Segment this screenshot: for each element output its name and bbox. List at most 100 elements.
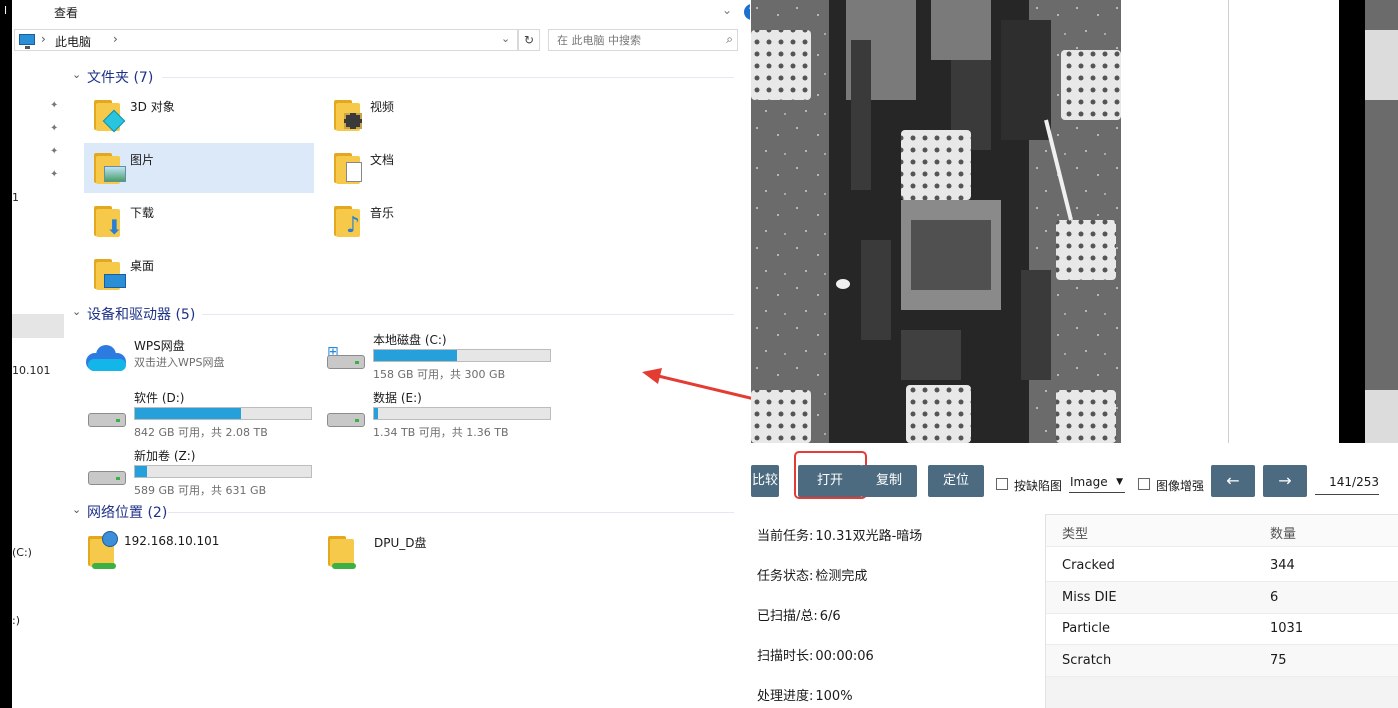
next-image-button[interactable]: → bbox=[1263, 465, 1307, 497]
refresh-button[interactable]: ↻ bbox=[518, 29, 540, 51]
computer-icon bbox=[19, 34, 35, 49]
cloud-icon bbox=[86, 345, 128, 379]
help-icon[interactable]: ? bbox=[744, 4, 750, 20]
group-title: 网络位置 (2) bbox=[87, 505, 168, 521]
chevron-down-icon[interactable]: ⌄ bbox=[72, 68, 81, 81]
search-icon[interactable]: ⌕ bbox=[726, 32, 733, 47]
videos-folder-icon bbox=[332, 97, 370, 135]
menu-view[interactable]: 查看 bbox=[54, 4, 78, 21]
folder-music[interactable]: ♪ 音乐 bbox=[324, 196, 554, 246]
column-header-type: 类型 bbox=[1062, 527, 1089, 542]
folder-desktop[interactable]: 桌面 bbox=[84, 249, 314, 299]
image-type-value: Image bbox=[1070, 475, 1108, 489]
info-label: 已扫描/总: bbox=[757, 609, 818, 624]
table-row[interactable]: Cracked 344 bbox=[1046, 550, 1398, 582]
item-label: 下载 bbox=[130, 206, 155, 220]
breadcrumb-chevron-icon[interactable]: › bbox=[113, 32, 118, 46]
prev-image-button[interactable]: ← bbox=[1211, 465, 1255, 497]
drive-z[interactable]: 新加卷 (Z:) 589 GB 可用，共 631 GB bbox=[86, 447, 326, 501]
column-header-count: 数量 bbox=[1270, 527, 1297, 542]
desktop-folder-icon bbox=[92, 256, 130, 294]
image-type-select[interactable]: Image ▼ bbox=[1069, 475, 1125, 493]
drive-usage-bar bbox=[134, 465, 312, 478]
music-folder-icon: ♪ bbox=[332, 203, 370, 241]
folder-pictures[interactable]: 图片 bbox=[84, 143, 314, 193]
nav-label-3[interactable]: (C:) bbox=[12, 546, 32, 559]
compare-button[interactable]: 比较 bbox=[751, 465, 779, 497]
nav-label-4[interactable]: :) bbox=[12, 614, 20, 627]
drive-info: 1.34 TB 可用，共 1.36 TB bbox=[373, 426, 509, 439]
table-row[interactable]: Miss DIE 6 bbox=[1046, 582, 1398, 614]
folder-documents[interactable]: 文档 bbox=[324, 143, 554, 193]
search-box[interactable]: ⌕ bbox=[548, 29, 738, 51]
drive-usage-fill bbox=[135, 466, 148, 477]
copy-button[interactable]: 复制 bbox=[861, 465, 917, 497]
pin-icon: ✦ bbox=[50, 146, 59, 157]
table-row[interactable]: Particle 1031 bbox=[1046, 613, 1398, 645]
system-drive-icon: ⊞ bbox=[325, 343, 367, 373]
defect-image-label: 按缺陷图 bbox=[1014, 479, 1063, 493]
folder-videos[interactable]: 视频 bbox=[324, 90, 554, 140]
breadcrumb-chevron-icon[interactable]: › bbox=[41, 32, 46, 46]
page-counter[interactable]: 141/253 bbox=[1315, 475, 1379, 495]
defect-count: 344 bbox=[1270, 558, 1295, 573]
network-location-dpu[interactable]: DPU_D盘 bbox=[318, 526, 548, 576]
group-header-folders[interactable]: ⌄ 文件夹 (7) bbox=[72, 68, 742, 86]
group-header-network[interactable]: ⌄ 网络位置 (2) bbox=[72, 503, 742, 521]
drive-c[interactable]: ⊞ 本地磁盘 (C:) 158 GB 可用，共 300 GB bbox=[325, 331, 565, 385]
ribbon-expand-icon[interactable]: ⌄ bbox=[722, 3, 732, 17]
nav-selected-item[interactable] bbox=[12, 314, 64, 338]
info-duration: 扫描时长: 00:00:06 bbox=[757, 645, 874, 664]
drive-d[interactable]: 软件 (D:) 842 GB 可用，共 2.08 TB bbox=[86, 389, 326, 443]
nav-label-2[interactable]: 10.101 bbox=[12, 364, 51, 377]
wps-cloud-drive[interactable]: WPS网盘 双击进入WPS网盘 bbox=[86, 337, 316, 391]
chevron-down-icon[interactable]: ⌄ bbox=[72, 503, 81, 516]
item-label: 视频 bbox=[370, 100, 395, 114]
address-bar[interactable]: › 此电脑 › ⌄ bbox=[14, 29, 518, 51]
defect-count: 6 bbox=[1270, 590, 1279, 605]
item-label: 192.168.10.101 bbox=[124, 534, 220, 548]
info-scanned: 已扫描/总: 6/6 bbox=[757, 605, 841, 624]
hard-drive-icon bbox=[86, 401, 128, 431]
drive-info: 589 GB 可用，共 631 GB bbox=[134, 484, 267, 497]
caret-down-icon: ▼ bbox=[1116, 477, 1123, 487]
info-value: 00:00:06 bbox=[815, 649, 874, 664]
drive-e[interactable]: 数据 (E:) 1.34 TB 可用，共 1.36 TB bbox=[325, 389, 565, 443]
pictures-folder-icon bbox=[92, 150, 130, 188]
drive-name: 数据 (E:) bbox=[373, 391, 422, 405]
drive-usage-fill bbox=[135, 408, 241, 419]
hard-drive-icon bbox=[86, 459, 128, 489]
nav-label-1[interactable]: 1 bbox=[12, 191, 19, 204]
defect-image-checkbox[interactable] bbox=[996, 478, 1008, 490]
drive-usage-fill bbox=[374, 408, 378, 419]
group-divider bbox=[168, 512, 734, 513]
folder-downloads[interactable]: ⬇ 下载 bbox=[84, 196, 314, 246]
drive-usage-fill bbox=[374, 350, 457, 361]
breadcrumb-this-pc[interactable]: 此电脑 bbox=[55, 33, 91, 50]
image-enhance-label: 图像增强 bbox=[1156, 479, 1205, 493]
group-header-devices[interactable]: ⌄ 设备和驱动器 (5) bbox=[72, 305, 742, 323]
network-location-ip[interactable]: 192.168.10.101 bbox=[78, 526, 308, 576]
item-label: 桌面 bbox=[130, 259, 155, 273]
chevron-down-icon[interactable]: ⌄ bbox=[72, 305, 81, 318]
item-label: 音乐 bbox=[370, 206, 395, 220]
table-header-row: 类型 数量 bbox=[1046, 515, 1398, 547]
table-row[interactable]: Scratch 75 bbox=[1046, 645, 1398, 677]
defect-type: Scratch bbox=[1062, 653, 1112, 668]
die-image-viewer[interactable] bbox=[751, 0, 1121, 443]
search-input[interactable] bbox=[549, 30, 709, 50]
defect-summary-table: 类型 数量 Cracked 344 Miss DIE 6 Particle 10… bbox=[1045, 514, 1398, 708]
die-thumbnail[interactable] bbox=[1365, 0, 1398, 443]
info-progress: 处理进度: 100% bbox=[757, 685, 853, 704]
locate-button[interactable]: 定位 bbox=[928, 465, 984, 497]
info-value: 10.31双光路-暗场 bbox=[815, 529, 923, 544]
documents-folder-icon bbox=[332, 150, 370, 188]
info-value: 6/6 bbox=[819, 609, 841, 624]
defect-type: Cracked bbox=[1062, 558, 1115, 573]
pin-icon: ✦ bbox=[50, 123, 59, 134]
drive-usage-bar bbox=[373, 407, 551, 420]
open-button-highlight bbox=[794, 451, 867, 499]
image-enhance-checkbox[interactable] bbox=[1138, 478, 1150, 490]
folder-3d-objects[interactable]: 3D 对象 bbox=[84, 90, 314, 140]
address-history-dropdown-icon[interactable]: ⌄ bbox=[501, 32, 510, 45]
